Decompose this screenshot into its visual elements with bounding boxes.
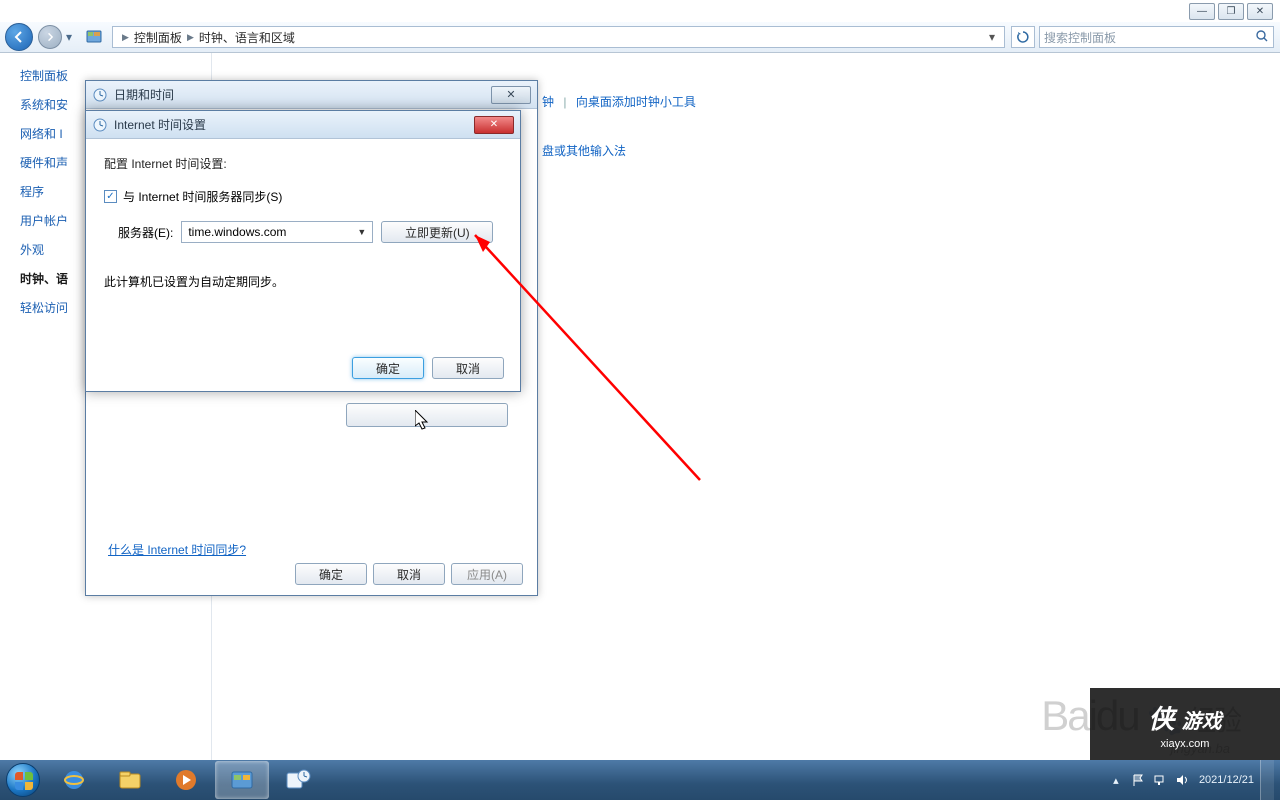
cancel-button[interactable]: 取消 — [432, 357, 504, 379]
search-icon — [1255, 29, 1269, 46]
breadcrumb-item[interactable]: 控制面板 — [134, 29, 182, 46]
show-desktop-button[interactable] — [1260, 760, 1274, 800]
dialog-button-row: 确定 取消 应用(A) — [295, 563, 523, 585]
clock-icon — [92, 117, 108, 133]
server-combobox[interactable]: time.windows.com ▼ — [181, 221, 373, 243]
server-value: time.windows.com — [188, 225, 286, 239]
ok-button[interactable]: 确定 — [295, 563, 367, 585]
explorer-navbar: ▾ ▶ 控制面板 ▶ 时钟、语言和区域 ▾ 搜索控制面板 — [0, 22, 1280, 53]
chevron-right-icon: ▶ — [122, 32, 129, 43]
start-button[interactable] — [0, 760, 46, 800]
search-placeholder: 搜索控制面板 — [1044, 29, 1116, 46]
tray-arrow-icon[interactable]: ▴ — [1107, 771, 1125, 789]
windows-logo-icon — [15, 772, 33, 790]
content-link-add-gadget[interactable]: 向桌面添加时钟小工具 — [576, 93, 696, 110]
taskbar: ▴ 2021/12/21 — [0, 760, 1280, 800]
breadcrumb-bar[interactable]: ▶ 控制面板 ▶ 时钟、语言和区域 ▾ — [112, 26, 1005, 48]
sync-checkbox-row: ✓ 与 Internet 时间服务器同步(S) — [104, 188, 502, 205]
chevron-down-icon: ▼ — [357, 227, 366, 237]
nav-history-dropdown[interactable]: ▾ — [62, 27, 76, 47]
volume-icon[interactable] — [1173, 771, 1191, 789]
apply-button[interactable]: 应用(A) — [451, 563, 523, 585]
dialog-close-button[interactable]: ✕ — [474, 116, 514, 134]
sync-status-text: 此计算机已设置为自动定期同步。 — [104, 273, 502, 290]
ok-button[interactable]: 确定 — [352, 357, 424, 379]
xiayx-watermark: 侠 游戏 xiayx.com — [1090, 688, 1280, 760]
content-link-ime[interactable]: 盘或其他输入法 — [542, 142, 626, 159]
maximize-button[interactable]: ❐ — [1218, 3, 1244, 20]
taskbar-explorer[interactable] — [103, 761, 157, 799]
config-label: 配置 Internet 时间设置: — [104, 155, 502, 172]
dialog-titlebar[interactable]: Internet 时间设置 ✕ — [86, 111, 520, 139]
dialog-title: Internet 时间设置 — [114, 116, 206, 133]
system-tray: ▴ 2021/12/21 — [1099, 760, 1280, 800]
search-input[interactable]: 搜索控制面板 — [1039, 26, 1274, 48]
taskbar-datetime-settings[interactable] — [271, 761, 325, 799]
server-label: 服务器(E): — [118, 224, 173, 241]
breadcrumb-dropdown[interactable]: ▾ — [984, 30, 1000, 44]
nav-forward-button[interactable] — [38, 25, 62, 49]
breadcrumb-item[interactable]: 时钟、语言和区域 — [199, 29, 295, 46]
chevron-right-icon: ▶ — [187, 32, 194, 43]
taskbar-ie[interactable] — [47, 761, 101, 799]
content-link[interactable]: 钟 — [542, 93, 554, 110]
dialog-titlebar[interactable]: 日期和时间 ✕ — [86, 81, 537, 109]
network-icon[interactable] — [1151, 771, 1169, 789]
link-separator: | — [563, 95, 566, 109]
minimize-button[interactable]: — — [1189, 3, 1215, 20]
window-control-group: — ❐ ✕ — [1189, 3, 1273, 20]
tray-clock[interactable]: 2021/12/21 — [1199, 773, 1254, 787]
dialog-button-row: 确定 取消 — [352, 357, 504, 379]
clock-icon — [92, 87, 108, 103]
sync-checkbox[interactable]: ✓ — [104, 190, 117, 203]
server-row: 服务器(E): time.windows.com ▼ 立即更新(U) — [104, 221, 502, 243]
sync-checkbox-label[interactable]: 与 Internet 时间服务器同步(S) — [123, 188, 282, 205]
close-button[interactable]: ✕ — [1247, 3, 1273, 20]
nav-back-button[interactable] — [5, 23, 33, 51]
cancel-button[interactable]: 取消 — [373, 563, 445, 585]
internet-time-dialog: Internet 时间设置 ✕ 配置 Internet 时间设置: ✓ 与 In… — [85, 110, 521, 392]
obscured-button[interactable] — [346, 403, 508, 427]
dialog-title: 日期和时间 — [114, 86, 174, 103]
help-link[interactable]: 什么是 Internet 时间同步? — [108, 541, 246, 558]
taskbar-control-panel[interactable] — [215, 761, 269, 799]
control-panel-icon — [84, 27, 106, 47]
flag-icon[interactable] — [1129, 771, 1147, 789]
refresh-button[interactable] — [1011, 26, 1035, 48]
dialog-close-button[interactable]: ✕ — [491, 86, 531, 104]
update-now-button[interactable]: 立即更新(U) — [381, 221, 493, 243]
dialog-body: 配置 Internet 时间设置: ✓ 与 Internet 时间服务器同步(S… — [86, 139, 520, 391]
tray-date: 2021/12/21 — [1199, 773, 1254, 787]
taskbar-media-player[interactable] — [159, 761, 213, 799]
